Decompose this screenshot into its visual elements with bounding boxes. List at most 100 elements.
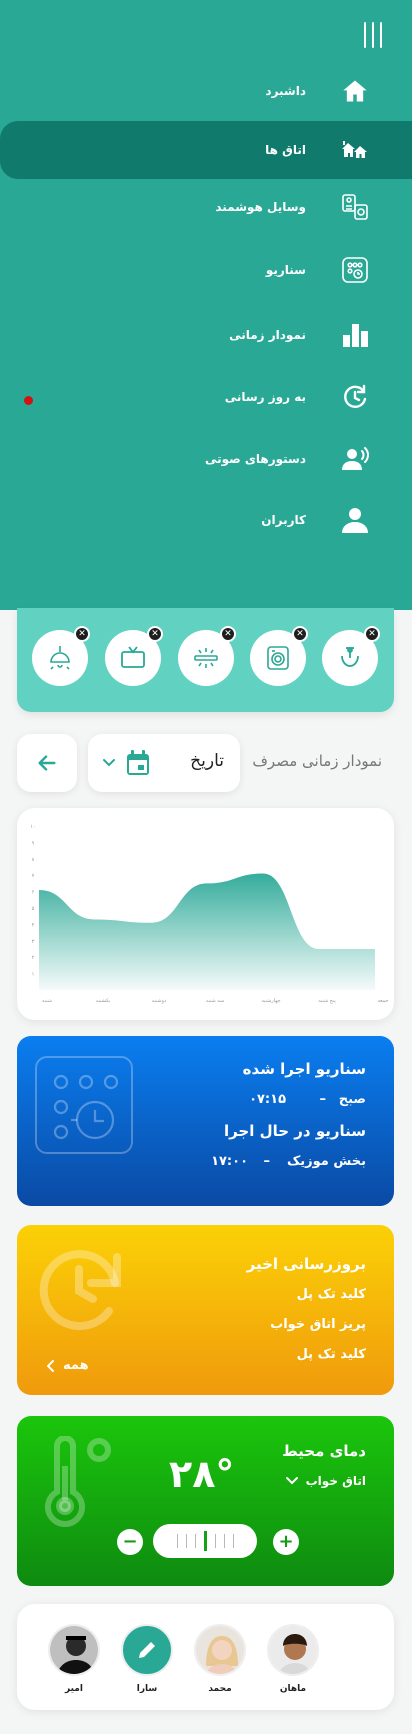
sidebar-item-label: به روز رسانی — [224, 390, 306, 404]
x-tick-label: چهارشنبه — [261, 998, 280, 1004]
remove-device-close-icon[interactable]: ✕ — [220, 626, 236, 642]
x-tick-label: جمعه — [377, 998, 388, 1004]
update-item: پریز اتاق خواب — [270, 1317, 366, 1332]
user-name: امیر — [65, 1684, 83, 1694]
sidebar-item-label: اتاق ها — [265, 143, 306, 157]
side-menu: داشبرد اتاق ها وسایل هوشمند سناریو نمودا… — [0, 0, 412, 610]
user-item[interactable]: محمد — [193, 1624, 247, 1694]
sidebar-item-label: کاربران — [261, 513, 306, 527]
device-faucet[interactable]: ✕ — [322, 626, 380, 686]
chart-title: نمودار زمانی مصرف — [252, 752, 382, 770]
x-tick-label: دوشنبه — [152, 998, 167, 1004]
user-item[interactable]: سارا — [120, 1624, 174, 1694]
sidebar-item-label: نمودار زمانی — [229, 328, 306, 342]
increase-temperature-button[interactable]: + — [273, 1529, 299, 1555]
scenario-card[interactable]: سناریو اجرا شده صبح – ۰۷:۱۵ سناریو در حا… — [17, 1036, 394, 1206]
device-washing-machine[interactable]: ✕ — [250, 626, 308, 686]
rooms-icon — [340, 135, 370, 165]
avatar — [194, 1624, 246, 1676]
executed-scenario-name: صبح — [338, 1092, 366, 1107]
bar-chart-icon — [340, 320, 370, 350]
y-tick-label: ۳ — [32, 939, 35, 945]
update-clock-icon — [39, 1250, 121, 1331]
y-tick-label: ۹ — [32, 840, 35, 846]
separator-dash: – — [263, 1154, 271, 1169]
area-chart: ۱ ۲ ۳ ۴ ۵ ۶ ۷ ۸ ۹ ۱۰ شنبه یکشنبه دوشنبه سه شنبه چهارشن… — [30, 824, 388, 1004]
temperature-title: دمای محیط — [282, 1442, 366, 1460]
update-item: کلید تک پل — [296, 1347, 366, 1362]
temperature-slider[interactable] — [153, 1524, 257, 1558]
smart-devices-icon — [340, 192, 370, 222]
user-name: محمد — [208, 1684, 232, 1694]
room-label: اتاق خواب — [305, 1474, 366, 1488]
x-tick-label: سه شنبه — [206, 998, 224, 1004]
room-select[interactable]: اتاق خواب — [285, 1474, 366, 1488]
user-name: ماهان — [279, 1684, 307, 1694]
device-led-light[interactable]: ✕ — [178, 626, 236, 686]
sidebar-item-dashboard[interactable]: داشبرد — [0, 62, 412, 120]
y-tick-label: ۲ — [32, 955, 35, 961]
sidebar-item-users[interactable]: کاربران — [0, 491, 412, 549]
washing-machine-icon — [267, 646, 289, 670]
user-name: سارا — [136, 1684, 158, 1694]
remove-device-close-icon[interactable]: ✕ — [74, 626, 90, 642]
user-item[interactable]: امیر — [47, 1624, 101, 1694]
edit-pencil-icon — [139, 1642, 155, 1658]
executed-scenario-time: ۰۷:۱۵ — [249, 1092, 286, 1107]
y-tick-label: ۶ — [32, 890, 35, 896]
chevron-down-icon — [285, 1477, 298, 1485]
y-tick-label: ۱۰ — [30, 824, 35, 830]
user-item[interactable]: ماهان — [266, 1624, 320, 1694]
remove-device-close-icon[interactable]: ✕ — [147, 626, 163, 642]
y-tick-label: ۴ — [32, 922, 35, 928]
chevron-down-icon — [103, 759, 115, 767]
executed-scenario-title: سناریو اجرا شده — [242, 1060, 366, 1078]
remove-device-close-icon[interactable]: ✕ — [364, 626, 380, 642]
x-tick-label: یکشنبه — [96, 998, 111, 1004]
back-button[interactable] — [17, 734, 77, 792]
device-tv[interactable]: ✕ — [105, 626, 163, 686]
y-tick-label: ۷ — [32, 873, 35, 879]
y-tick-label: ۱ — [32, 972, 35, 978]
recent-updates-card[interactable]: بروزرسانی اخیر کلید تک پل پریز اتاق خواب… — [17, 1225, 394, 1395]
recent-updates-title: بروزرسانی اخیر — [246, 1255, 366, 1273]
smart-devices-strip: ✕ ✕ ✕ ✕ ✕ — [17, 608, 394, 712]
x-tick-label: پنج شنبه — [318, 998, 336, 1004]
user-icon — [340, 505, 370, 535]
y-tick-label: ۵ — [32, 906, 35, 912]
decrease-temperature-button[interactable]: − — [117, 1529, 143, 1555]
date-label: تاریخ — [190, 751, 224, 771]
chart-area-series — [39, 873, 375, 990]
sidebar-item-smart-devices[interactable]: وسایل هوشمند — [0, 178, 412, 236]
device-ceiling-lamp[interactable]: ✕ — [32, 626, 90, 686]
users-list: امیر سارا محمد ماهان — [17, 1604, 394, 1710]
scenario-icon — [35, 1056, 133, 1154]
hamburger-menu-icon[interactable] — [364, 22, 382, 48]
sidebar-item-update[interactable]: به روز رسانی — [0, 368, 412, 426]
sidebar-item-voice-commands[interactable]: دستورهای صوتی — [0, 430, 412, 488]
ceiling-lamp-icon — [50, 646, 70, 670]
thermometer-icon — [45, 1436, 111, 1527]
update-item: کلید تک پل — [296, 1287, 366, 1302]
temperature-card: دمای محیط اتاق خواب ۲۸° − + — [17, 1416, 394, 1586]
y-tick-label: ۸ — [32, 857, 35, 863]
see-all-label: همه — [63, 1358, 89, 1373]
faucet-icon — [341, 647, 359, 667]
avatar — [121, 1624, 173, 1676]
sidebar-item-scenario[interactable]: سناریو — [0, 241, 412, 299]
date-picker[interactable]: تاریخ — [88, 734, 240, 792]
led-light-icon — [194, 648, 218, 668]
sidebar-item-timeline-chart[interactable]: نمودار زمانی — [0, 306, 412, 364]
remove-device-close-icon[interactable]: ✕ — [292, 626, 308, 642]
home-icon — [340, 76, 370, 106]
temperature-control: − + — [103, 1524, 313, 1560]
x-tick-label: شنبه — [42, 998, 52, 1004]
sidebar-item-label: داشبرد — [265, 84, 306, 98]
avatar — [48, 1624, 100, 1676]
update-icon — [340, 382, 370, 412]
temperature-value: ۲۸° — [169, 1452, 235, 1496]
scenario-icon — [340, 255, 370, 285]
see-all-button[interactable]: همه — [47, 1358, 89, 1373]
sidebar-item-rooms[interactable]: اتاق ها — [0, 121, 412, 179]
running-scenario-name: بخش موزیک — [286, 1154, 366, 1169]
